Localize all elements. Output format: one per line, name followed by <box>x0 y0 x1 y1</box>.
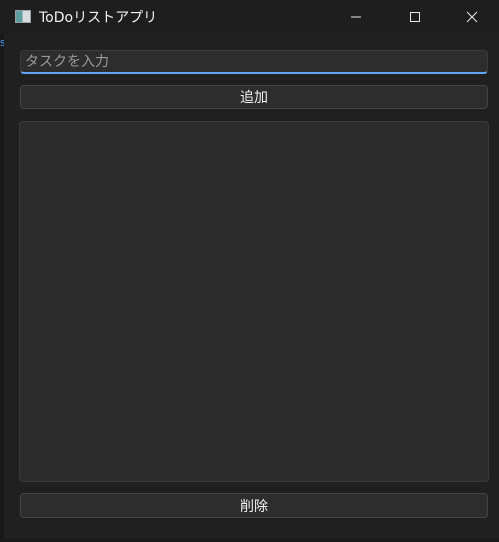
window-title: ToDoリストアプリ <box>39 10 158 26</box>
maximize-icon <box>409 11 421 23</box>
delete-button[interactable]: 削除 <box>20 493 488 518</box>
minimize-button[interactable] <box>327 0 385 34</box>
main-content: 追加 削除 <box>4 34 496 539</box>
close-icon <box>466 11 478 23</box>
minimize-icon <box>350 11 362 23</box>
task-input[interactable] <box>20 50 488 74</box>
close-button[interactable] <box>445 0 499 34</box>
app-window-icon <box>15 10 31 23</box>
delete-button-label: 削除 <box>240 498 268 515</box>
add-button[interactable]: 追加 <box>20 85 488 109</box>
task-list[interactable] <box>19 121 489 482</box>
app-window: ToDoリストアプリ s 追加 削除 <box>0 0 499 542</box>
add-button-label: 追加 <box>240 90 268 106</box>
maximize-button[interactable] <box>386 0 444 34</box>
title-bar[interactable]: ToDoリストアプリ <box>0 0 499 34</box>
